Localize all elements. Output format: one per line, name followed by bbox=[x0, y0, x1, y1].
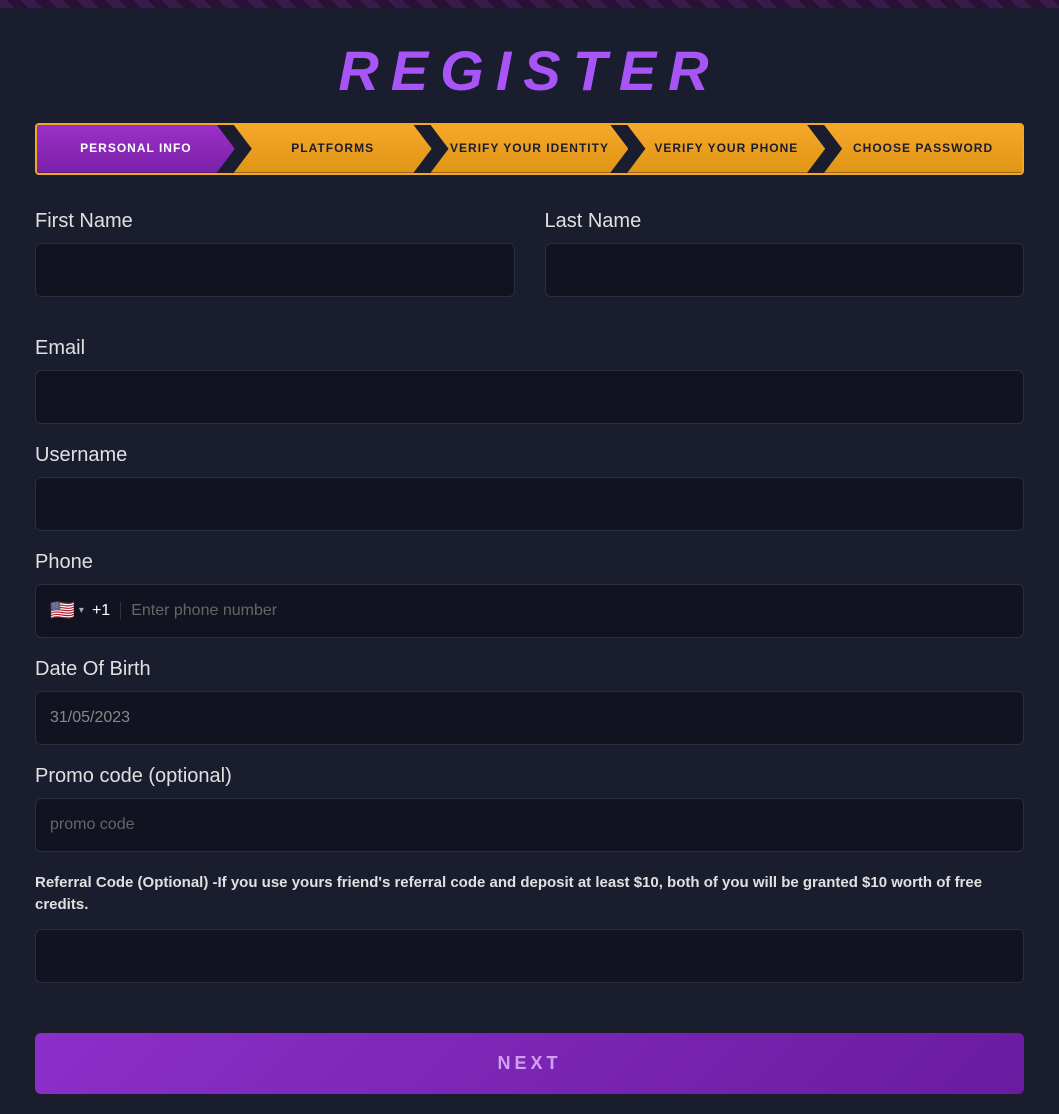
phone-wrapper: 🇺🇸 ▾ +1 bbox=[35, 584, 1024, 638]
step-personal-info[interactable]: PERSONAL INFO bbox=[37, 125, 235, 173]
dob-group: Date Of Birth bbox=[35, 658, 1024, 745]
first-name-group: First Name bbox=[35, 210, 515, 297]
promo-group: Promo code (optional) bbox=[35, 765, 1024, 852]
referral-description-text: Referral Code (Optional) -If you use you… bbox=[35, 874, 982, 914]
phone-group: Phone 🇺🇸 ▾ +1 bbox=[35, 551, 1024, 638]
page-wrapper: REGISTER PERSONAL INFO PLATFORMS VERIFY … bbox=[0, 0, 1059, 1114]
username-input[interactable] bbox=[35, 477, 1024, 531]
dob-input[interactable] bbox=[35, 691, 1024, 745]
page-title: REGISTER bbox=[0, 38, 1059, 103]
form-container: First Name Last Name Email Username Phon… bbox=[0, 210, 1059, 1094]
promo-input[interactable] bbox=[35, 798, 1024, 852]
step-verify-phone[interactable]: VERIFY YOUR PHONE bbox=[627, 125, 825, 173]
step-label-choose-password: CHOOSE PASSWORD bbox=[853, 141, 993, 157]
flag-chevron-icon: ▾ bbox=[79, 605, 84, 616]
referral-input[interactable] bbox=[35, 929, 1024, 983]
last-name-label: Last Name bbox=[545, 210, 1025, 233]
first-name-input[interactable] bbox=[35, 243, 515, 297]
flag-emoji: 🇺🇸 bbox=[50, 601, 75, 621]
dob-label: Date Of Birth bbox=[35, 658, 1024, 681]
username-group: Username bbox=[35, 444, 1024, 531]
step-label-verify-identity: VERIFY YOUR IDENTITY bbox=[450, 141, 609, 157]
email-label: Email bbox=[35, 337, 1024, 360]
username-label: Username bbox=[35, 444, 1024, 467]
header-bar bbox=[0, 0, 1059, 8]
step-choose-password[interactable]: CHOOSE PASSWORD bbox=[824, 125, 1022, 173]
name-row: First Name Last Name bbox=[35, 210, 1024, 317]
referral-description: Referral Code (Optional) -If you use you… bbox=[35, 872, 1024, 917]
phone-label: Phone bbox=[35, 551, 1024, 574]
step-platforms[interactable]: PLATFORMS bbox=[234, 125, 432, 173]
title-section: REGISTER bbox=[0, 8, 1059, 123]
step-label-platforms: PLATFORMS bbox=[291, 141, 374, 157]
step-label-personal-info: PERSONAL INFO bbox=[80, 141, 191, 157]
promo-label: Promo code (optional) bbox=[35, 765, 1024, 788]
first-name-label: First Name bbox=[35, 210, 515, 233]
step-verify-identity[interactable]: VERIFY YOUR IDENTITY bbox=[431, 125, 629, 173]
last-name-group: Last Name bbox=[545, 210, 1025, 297]
last-name-input[interactable] bbox=[545, 243, 1025, 297]
email-input[interactable] bbox=[35, 370, 1024, 424]
phone-flag-selector[interactable]: 🇺🇸 ▾ bbox=[50, 601, 84, 621]
phone-input[interactable] bbox=[131, 602, 1009, 620]
step-label-verify-phone: VERIFY YOUR PHONE bbox=[654, 141, 798, 157]
referral-group: Referral Code (Optional) -If you use you… bbox=[35, 872, 1024, 1003]
next-button[interactable]: NEXT bbox=[35, 1033, 1024, 1094]
email-group: Email bbox=[35, 337, 1024, 424]
phone-country-code: +1 bbox=[92, 602, 121, 620]
steps-navigation: PERSONAL INFO PLATFORMS VERIFY YOUR IDEN… bbox=[35, 123, 1024, 175]
